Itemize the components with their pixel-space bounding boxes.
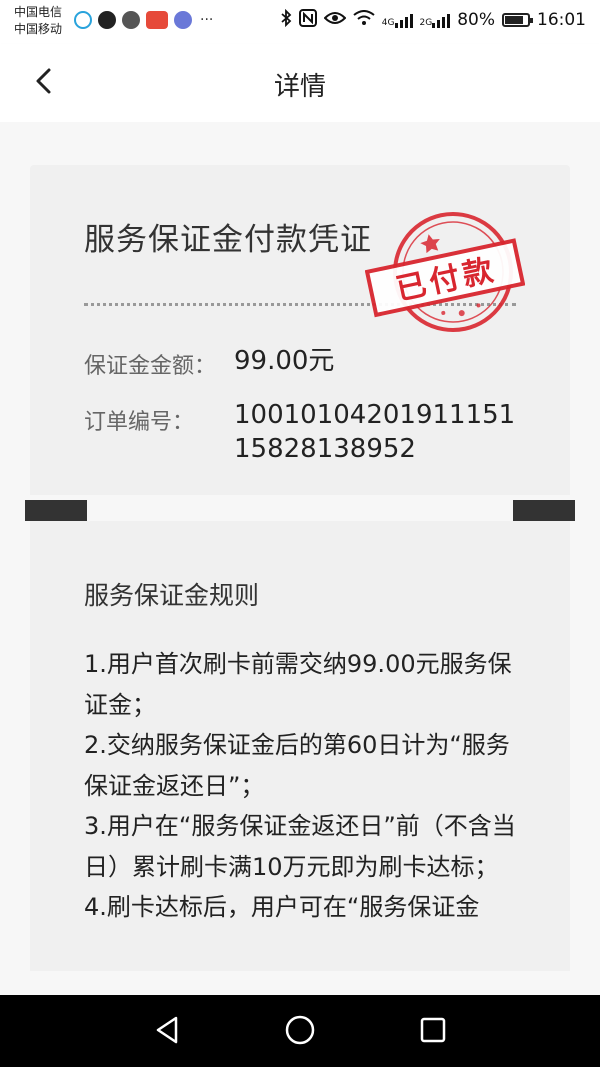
- status-bar: 中国电信 中国移动 ··· 4G 2G 80% 16:01: [0, 0, 600, 44]
- nav-home-button[interactable]: [283, 1013, 317, 1047]
- bluetooth-icon: [280, 8, 292, 31]
- card-notch-left: [25, 500, 87, 521]
- rule-item-4: 4.刷卡达标后，用户可在“服务保证金: [84, 893, 480, 921]
- card-notch-right: [513, 500, 575, 521]
- square-recents-icon: [420, 1017, 446, 1043]
- battery-icon: [502, 13, 533, 27]
- nfc-icon: [298, 9, 317, 31]
- network-2-signal: 2G: [420, 12, 451, 28]
- rules-title: 服务保证金规则: [84, 581, 260, 610]
- signal-1-icon: [394, 12, 413, 28]
- voucher-title: 服务保证金付款凭证: [84, 222, 372, 258]
- rule-item-1: 1.用户首次刷卡前需交纳99.00元服务保证金；: [84, 650, 512, 719]
- battery-fill: [505, 16, 523, 24]
- news-notification-icon: [146, 11, 168, 29]
- order-number-value: 1001010420191115115828138952: [234, 400, 516, 464]
- paid-stamp: 已付款: [364, 210, 526, 340]
- rule-item-2: 2.交纳服务保证金后的第60日计为“服务保证金返还日”；: [84, 731, 510, 800]
- network-1-label: 4G: [381, 18, 395, 28]
- network-1-signal: 4G: [382, 12, 413, 28]
- clock: 16:01: [537, 10, 586, 30]
- triangle-back-icon: [156, 1016, 178, 1044]
- nav-back-button[interactable]: [150, 1013, 184, 1047]
- page-title: 详情: [273, 72, 326, 102]
- amount-value: 99.00元: [234, 346, 335, 376]
- carrier-2: 中国移动: [14, 22, 63, 36]
- system-nav-bar: [0, 995, 600, 1067]
- battery-percent: 80%: [457, 10, 495, 30]
- tiktok-notification-icon: [98, 11, 116, 29]
- music-notification-icon: [174, 11, 192, 29]
- network-2-label: 2G: [419, 18, 433, 28]
- more-notifications-icon: ···: [200, 12, 214, 28]
- eye-comfort-icon: [323, 10, 347, 30]
- header-bar: 详情: [0, 44, 600, 122]
- signal-2-icon: [432, 12, 451, 28]
- rule-item-3: 3.用户在“服务保证金返还日”前（不含当日）累计刷卡满10万元即为刷卡达标；: [84, 812, 516, 881]
- app-notification-icon: [122, 11, 140, 29]
- nav-recents-button[interactable]: [416, 1013, 450, 1047]
- status-indicators: 4G 2G 80% 16:01: [280, 8, 586, 31]
- wifi-icon: [353, 10, 375, 30]
- order-number-label: 订单编号：: [84, 410, 195, 435]
- paid-stamp-icon: 已付款: [364, 212, 526, 332]
- amount-label: 保证金金额：: [84, 354, 217, 379]
- circle-home-icon: [285, 1015, 315, 1045]
- notification-icons: ···: [74, 11, 213, 29]
- browser-notification-icon: [74, 11, 92, 29]
- rules-list: 1.用户首次刷卡前需交纳99.00元服务保证金； 2.交纳服务保证金后的第60日…: [84, 644, 524, 928]
- carrier-info: 中国电信 中国移动: [14, 4, 62, 38]
- carrier-1: 中国电信: [14, 5, 63, 19]
